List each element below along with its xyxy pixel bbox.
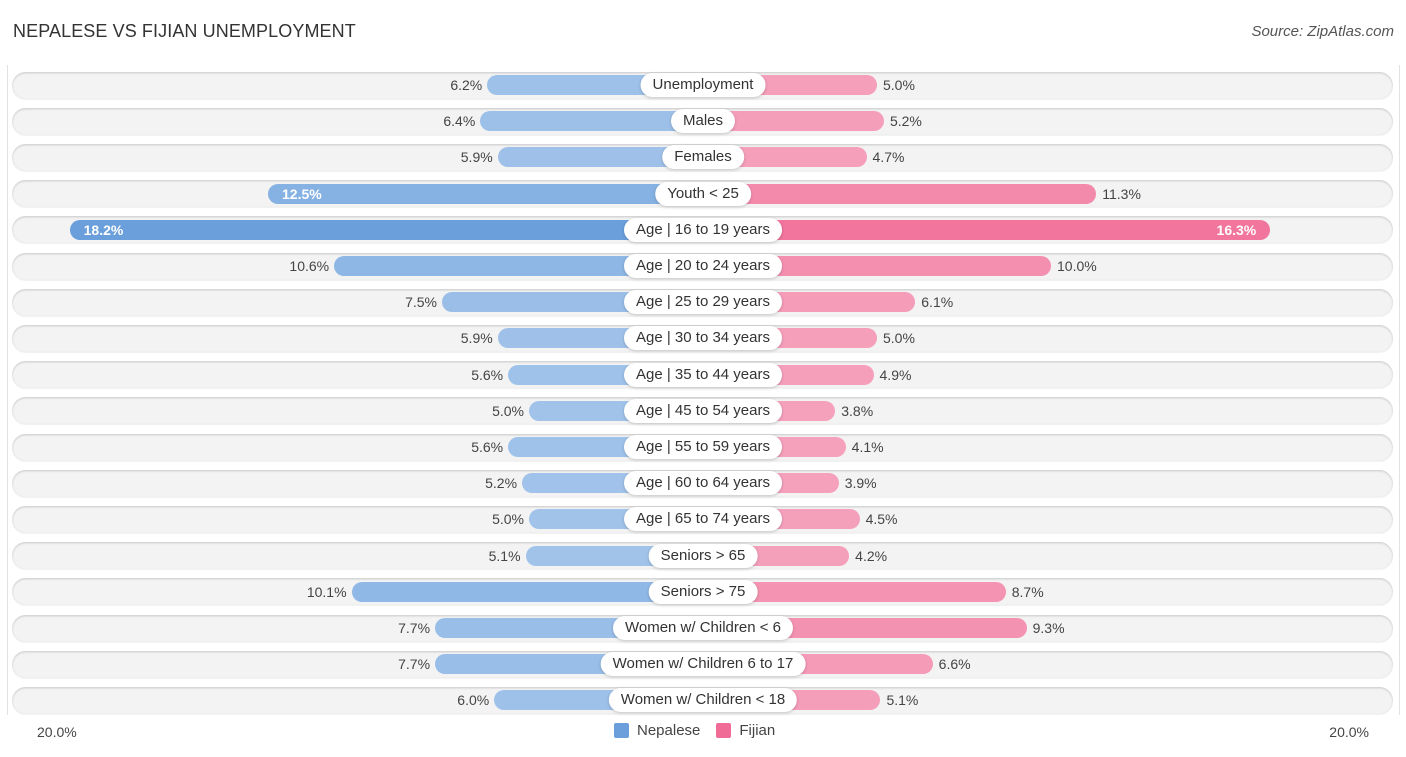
value-label-nepalese: 12.5% (282, 185, 322, 202)
value-label-fijian: 5.2% (889, 113, 922, 130)
value-label-fijian: 16.3% (1216, 221, 1257, 238)
value-label-nepalese: 7.7% (398, 656, 431, 673)
category-label: Seniors > 65 (648, 543, 758, 568)
value-label-fijian: 9.3% (1032, 620, 1065, 636)
legend: Nepalese Fijian (614, 722, 791, 739)
value-label-fijian: 5.0% (883, 77, 915, 93)
value-label-nepalese: 5.6% (471, 366, 504, 383)
legend-item-nepalese: Nepalese (614, 722, 700, 739)
gridline-left (7, 65, 8, 715)
value-label-nepalese: 5.0% (492, 511, 524, 528)
category-label: Age | 55 to 59 years (624, 435, 782, 459)
category-label: Seniors > 75 (648, 579, 758, 604)
value-label-nepalese: 5.1% (488, 547, 521, 564)
category-label: Youth < 25 (655, 181, 751, 206)
value-label-nepalese: 5.0% (492, 402, 524, 419)
value-label-nepalese: 5.2% (485, 475, 518, 492)
value-label-nepalese: 10.1% (306, 583, 347, 600)
value-label-fijian: 11.3% (1102, 185, 1141, 202)
value-label-fijian: 4.5% (865, 511, 898, 528)
category-label: Women w/ Children < 6 (612, 616, 794, 640)
value-label-fijian: 4.1% (851, 439, 884, 455)
bar-nepalese (69, 219, 703, 240)
category-label: Age | 65 to 74 years (624, 507, 782, 532)
value-label-fijian: 3.9% (844, 475, 877, 492)
category-label: Age | 16 to 19 years (624, 217, 782, 242)
value-label-fijian: 6.6% (938, 656, 971, 673)
category-label: Age | 25 to 29 years (624, 290, 782, 315)
value-label-nepalese: 6.2% (450, 77, 483, 93)
value-label-nepalese: 6.4% (443, 113, 476, 130)
legend-item-fijian: Fijian (716, 722, 775, 739)
value-label-fijian: 6.1% (921, 294, 954, 311)
value-label-nepalese: 6.0% (457, 692, 490, 709)
value-label-fijian: 4.2% (855, 547, 888, 564)
category-label: Women w/ Children 6 to 17 (600, 652, 806, 677)
value-label-fijian: 4.9% (879, 366, 912, 383)
value-label-fijian: 8.7% (1011, 583, 1044, 600)
category-label: Age | 60 to 64 years (624, 471, 782, 496)
legend-swatch-nepalese (614, 723, 629, 738)
category-label: Age | 30 to 34 years (624, 326, 782, 351)
value-label-fijian: 5.1% (886, 692, 919, 709)
value-label-nepalese: 5.9% (460, 330, 493, 347)
value-label-nepalese: 7.5% (405, 294, 437, 311)
bar-nepalese (268, 183, 703, 204)
legend-label-nepalese: Nepalese (637, 722, 701, 739)
value-label-nepalese: 7.7% (398, 620, 431, 636)
value-label-nepalese: 5.6% (471, 439, 504, 455)
value-label-fijian: 3.8% (841, 402, 874, 419)
category-label: Age | 45 to 54 years (624, 398, 782, 423)
category-label: Females (662, 145, 744, 170)
value-label-fijian: 4.7% (872, 149, 905, 166)
axis-label-right: 20.0% (1329, 724, 1369, 740)
legend-label-fijian: Fijian (739, 722, 776, 739)
category-label: Males (670, 109, 736, 134)
value-label-nepalese: 10.6% (289, 258, 330, 274)
axis-label-left: 20.0% (37, 724, 77, 740)
value-label-nepalese: 5.9% (460, 149, 493, 166)
category-label: Age | 35 to 44 years (624, 362, 782, 387)
bar-fijian (703, 183, 1097, 204)
bar-nepalese (480, 111, 703, 132)
gridline-right (1399, 65, 1400, 715)
category-label: Age | 20 to 24 years (624, 254, 782, 278)
legend-swatch-fijian (716, 723, 732, 738)
value-label-nepalese: 18.2% (83, 221, 124, 238)
category-label: Unemployment (640, 73, 766, 97)
bar-fijian (703, 219, 1271, 240)
value-label-fijian: 5.0% (883, 330, 915, 347)
value-label-fijian: 10.0% (1057, 258, 1097, 274)
category-label: Women w/ Children < 18 (608, 688, 798, 713)
diverging-bar-chart: 6.2% 5.0% Unemployment 6.4% 5.2% Males 5.9% 4.7… (0, 0, 1406, 757)
